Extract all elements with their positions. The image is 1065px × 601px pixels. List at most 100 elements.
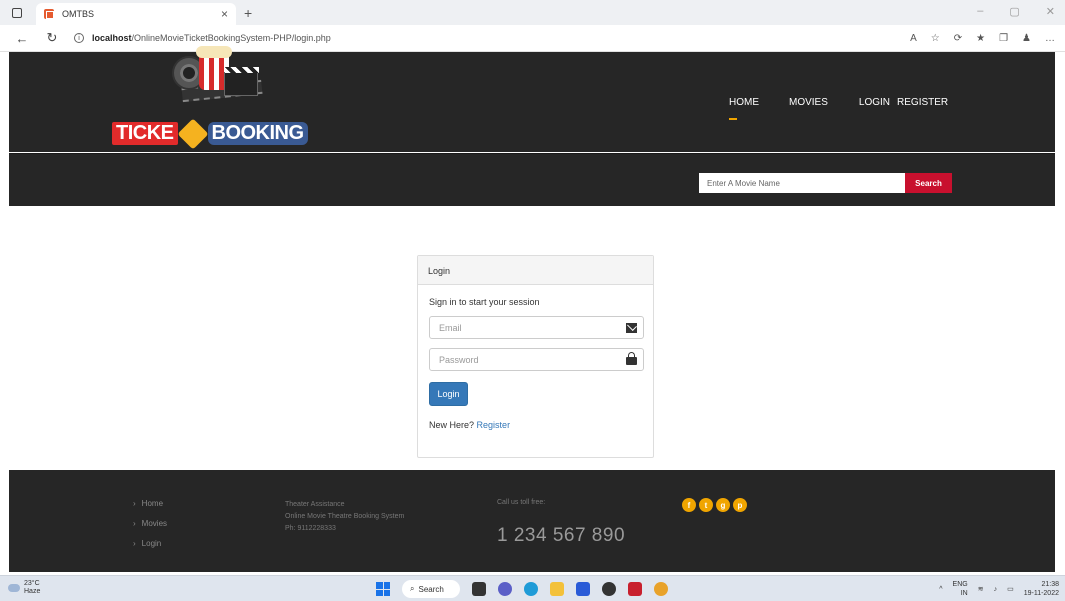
footer-link-movies[interactable]: Movies: [133, 519, 167, 528]
register-link[interactable]: Register: [477, 420, 511, 430]
search-button[interactable]: Search: [905, 173, 952, 193]
read-aloud-icon[interactable]: A: [910, 33, 917, 44]
address-bar: ← ↻ i localhost /OnlineMovieTicketBookin…: [0, 25, 1065, 52]
system-tray: ^ ENG IN ≋ ♪ ▭ 21:38 19-11-2022: [939, 580, 1059, 598]
maximize-icon[interactable]: ▢: [1009, 5, 1019, 18]
weather-widget[interactable]: 23°C Haze: [8, 580, 40, 596]
site-logo[interactable]: TICKE BOOKING: [112, 46, 312, 150]
window-controls: – ▢ ✕: [977, 5, 1055, 18]
main-nav: HOME MOVIES LOGIN REGISTER: [729, 97, 948, 120]
close-tab-icon[interactable]: ×: [221, 7, 228, 21]
browser-tabbar: OMTBS × + – ▢ ✕: [0, 0, 1065, 25]
footer-links: Home Movies Login: [133, 499, 167, 559]
assistance-name: Online Movie Theatre Booking System: [285, 513, 405, 520]
task-view-icon[interactable]: [472, 582, 486, 596]
footer-link-login[interactable]: Login: [133, 539, 167, 548]
theater-assistance: Theater Assistance Online Movie Theatre …: [285, 499, 404, 535]
nav-register[interactable]: REGISTER: [897, 97, 948, 108]
nav-movies[interactable]: MOVIES: [789, 97, 828, 108]
region-code: IN: [960, 590, 968, 597]
nav-login[interactable]: LOGIN: [859, 97, 890, 108]
favorite-add-icon[interactable]: ☆: [931, 33, 940, 44]
url-host: localhost: [92, 33, 132, 43]
clock-date: 19-11-2022: [1023, 590, 1059, 597]
cloud-icon: [8, 584, 20, 592]
logo-text-part1: TICKE: [112, 122, 178, 145]
site-footer: Home Movies Login Theater Assistance Onl…: [9, 470, 1055, 572]
ticket-icon: [176, 117, 209, 150]
weather-temperature: 23°C: [24, 580, 40, 587]
profile-icon[interactable]: ♟: [1022, 33, 1031, 44]
tray-overflow-icon[interactable]: ^: [939, 586, 942, 593]
refresh-icon[interactable]: ↻: [44, 30, 60, 46]
edge-icon[interactable]: [524, 582, 538, 596]
envelope-icon: [626, 323, 637, 333]
new-tab-icon[interactable]: +: [244, 5, 252, 21]
close-window-icon[interactable]: ✕: [1046, 5, 1055, 18]
pinterest-icon[interactable]: p: [733, 498, 747, 512]
taskbar-search-label: Search: [418, 584, 444, 594]
register-prompt: New Here? Register: [429, 420, 642, 430]
login-panel: Login Sign in to start your session Logi…: [417, 255, 654, 458]
chat-icon[interactable]: [498, 582, 512, 596]
new-here-text: New Here?: [429, 420, 475, 430]
logo-wordmark: TICKE BOOKING: [112, 117, 308, 150]
extensions-icon[interactable]: ⟳: [954, 33, 962, 44]
info-icon[interactable]: i: [74, 33, 84, 43]
collections-icon[interactable]: ❐: [999, 33, 1008, 44]
dell-icon[interactable]: [602, 582, 616, 596]
battery-icon[interactable]: ▭: [1007, 585, 1014, 593]
social-links: f t g p: [682, 498, 747, 512]
clock[interactable]: 21:38 19-11-2022: [1024, 580, 1059, 598]
call-label: Call us toll free:: [497, 499, 546, 506]
url-field[interactable]: i localhost /OnlineMovieTicketBookingSys…: [74, 33, 910, 43]
file-explorer-icon[interactable]: [550, 582, 564, 596]
minimize-icon[interactable]: –: [977, 5, 983, 18]
email-input[interactable]: [430, 317, 643, 338]
taskbar-search[interactable]: ⌕ Search: [402, 580, 460, 598]
more-menu-icon[interactable]: …: [1045, 33, 1055, 44]
language-code: ENG: [952, 581, 968, 588]
favorites-icon[interactable]: ★: [976, 33, 985, 44]
back-icon[interactable]: ←: [14, 31, 30, 46]
email-field: [429, 316, 644, 339]
browser-tab[interactable]: OMTBS ×: [36, 3, 236, 25]
logo-text-part2: BOOKING: [207, 122, 308, 145]
clock-time: 21:38: [1041, 581, 1059, 588]
password-field: [429, 348, 644, 371]
google-plus-icon[interactable]: g: [716, 498, 730, 512]
twitter-icon[interactable]: t: [699, 498, 713, 512]
weather-condition: Haze: [24, 588, 41, 595]
login-panel-heading: Login: [418, 256, 653, 285]
store-icon[interactable]: [576, 582, 590, 596]
wifi-icon[interactable]: ≋: [978, 585, 984, 593]
site-header: TICKE BOOKING HOME MOVIES LOGIN REGISTER: [9, 46, 1055, 152]
nav-home[interactable]: HOME: [729, 97, 759, 120]
clapperboard-icon: [224, 67, 259, 96]
movie-search-input[interactable]: [699, 173, 905, 193]
search-icon: ⌕: [410, 584, 415, 593]
browser-toolbar: A ☆ ⟳ ★ ❐ ♟ …: [910, 33, 1055, 44]
volume-icon[interactable]: ♪: [994, 586, 998, 593]
taskbar-apps: ⌕ Search: [376, 580, 668, 598]
favicon-icon: [44, 9, 54, 19]
login-button[interactable]: Login: [429, 382, 468, 406]
chrome-icon[interactable]: [654, 582, 668, 596]
os-taskbar: 23°C Haze ⌕ Search ^ ENG IN ≋ ♪ ▭ 21:38 …: [0, 575, 1065, 601]
password-input[interactable]: [430, 349, 643, 370]
tab-title: OMTBS: [62, 9, 95, 19]
windows-start-icon[interactable]: [376, 582, 390, 596]
assistance-phone: Ph: 9112228333: [285, 525, 336, 532]
language-indicator[interactable]: ENG IN: [953, 580, 968, 598]
facebook-icon[interactable]: f: [682, 498, 696, 512]
url-path: /OnlineMovieTicketBookingSystem-PHP/logi…: [131, 33, 331, 43]
tab-actions-icon[interactable]: [12, 7, 22, 18]
login-panel-body: Sign in to start your session Login New …: [418, 285, 653, 442]
toll-free-phone: 1 234 567 890: [497, 525, 626, 546]
lock-icon: [626, 352, 637, 365]
login-subtitle: Sign in to start your session: [429, 297, 540, 307]
footer-link-home[interactable]: Home: [133, 499, 167, 508]
search-band: Search: [9, 153, 1055, 206]
mcafee-icon[interactable]: [628, 582, 642, 596]
screen: OMTBS × + – ▢ ✕ ← ↻ i localhost /OnlineM…: [0, 0, 1065, 601]
